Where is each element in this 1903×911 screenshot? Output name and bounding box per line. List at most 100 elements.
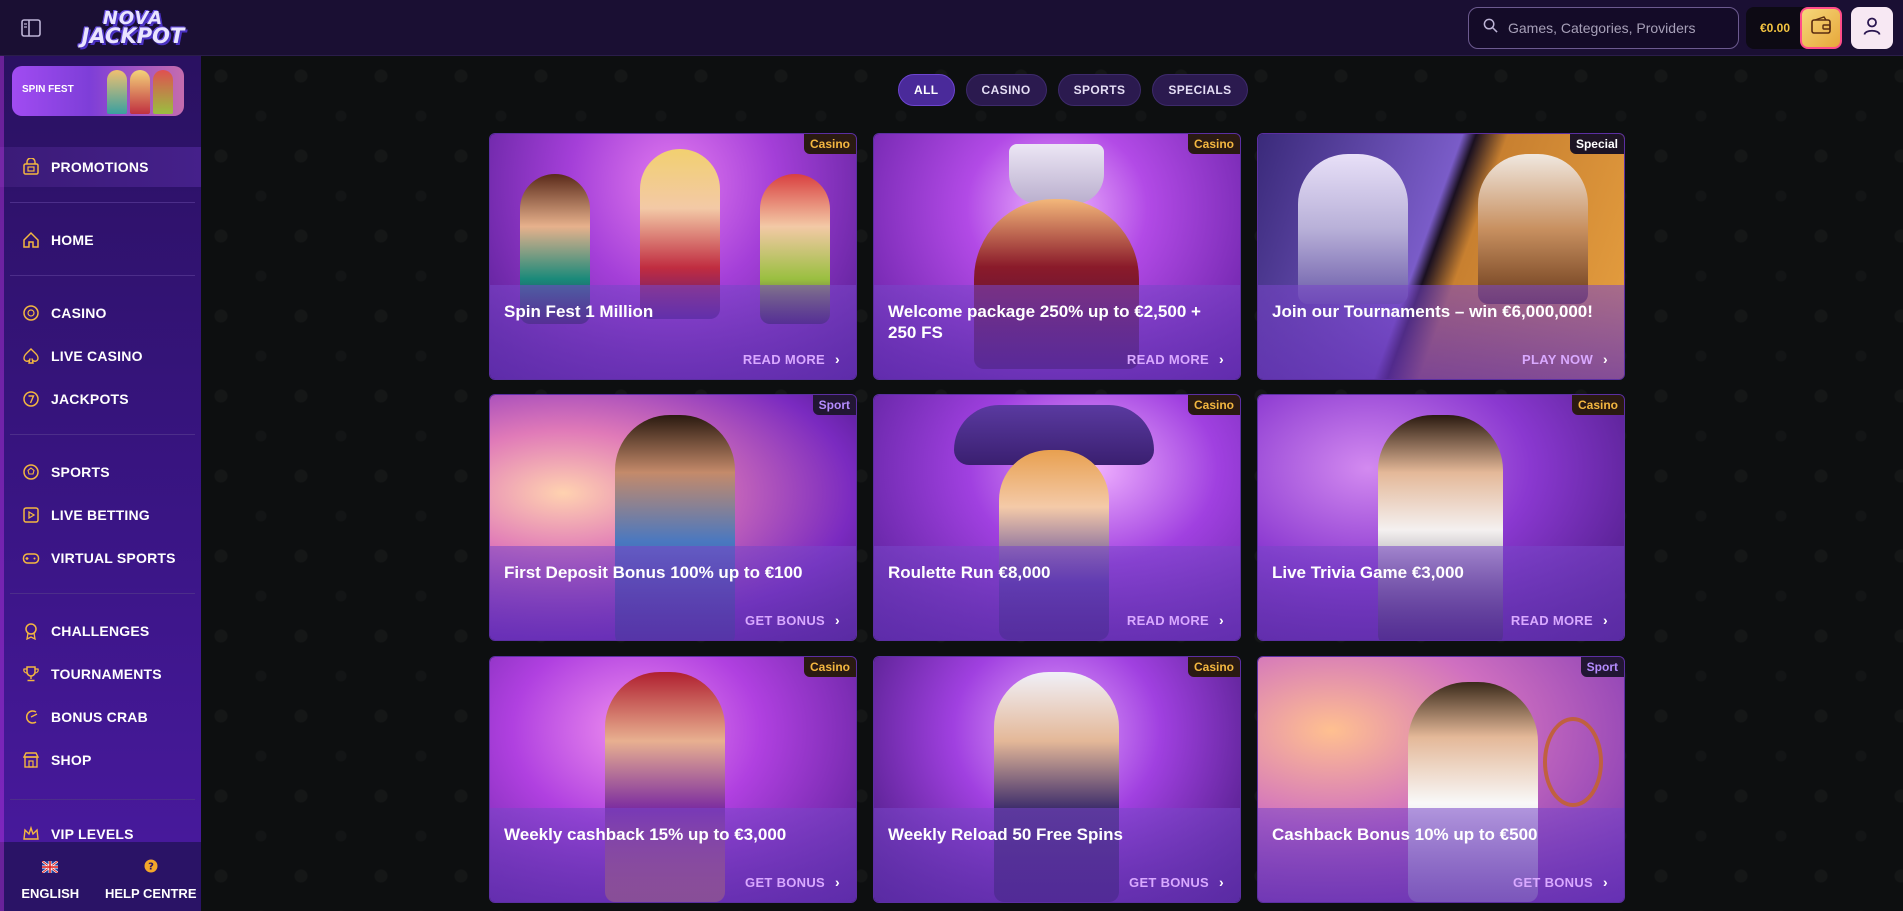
sidebar-item-live-betting[interactable]: LIVE BETTING	[0, 495, 201, 535]
medal-icon	[22, 622, 40, 640]
promo-cta[interactable]: READ MORE ›	[1127, 351, 1224, 367]
sidebar: SPIN FEST PROMOTIONS HOME CASINO LIVE CA…	[0, 56, 201, 911]
promo-card[interactable]: Casino Spin Fest 1 Million READ MORE ›	[489, 133, 857, 380]
filter-specials[interactable]: SPECIALS	[1152, 74, 1248, 106]
sidebar-item-home[interactable]: HOME	[0, 220, 201, 260]
promo-title: Cashback Bonus 10% up to €500	[1272, 825, 1538, 844]
sidebar-item-jackpots[interactable]: JACKPOTS	[0, 379, 201, 419]
sidebar-item-label: CASINO	[51, 305, 107, 321]
site-logo[interactable]: NOVA JACKPOT	[72, 7, 194, 49]
uk-flag-icon	[41, 860, 59, 878]
help-centre-label: HELP CENTRE	[105, 886, 197, 901]
promo-cta[interactable]: READ MORE ›	[1511, 612, 1608, 628]
banner-figure	[130, 70, 150, 114]
trophy-icon	[22, 665, 40, 683]
promo-card[interactable]: Special Join our Tournaments – win €6,00…	[1257, 133, 1625, 380]
sidebar-item-label: LIVE BETTING	[51, 507, 150, 523]
sidebar-item-promotions[interactable]: PROMOTIONS	[0, 147, 201, 187]
filter-casino[interactable]: CASINO	[965, 74, 1047, 106]
language-selector[interactable]: ENGLISH	[0, 842, 101, 911]
help-centre-button[interactable]: ? HELP CENTRE	[101, 842, 202, 911]
shop-icon	[22, 751, 40, 769]
sidebar-item-bonus-crab[interactable]: BONUS CRAB	[0, 697, 201, 737]
promo-cta-label: READ MORE	[1510, 612, 1594, 628]
sidebar-item-virtual-sports[interactable]: VIRTUAL SPORTS	[0, 538, 201, 578]
promo-cta[interactable]: PLAY NOW ›	[1522, 351, 1608, 367]
search-input[interactable]	[1508, 20, 1728, 36]
search-box[interactable]	[1468, 7, 1739, 49]
promo-card[interactable]: Casino Weekly cashback 15% up to €3,000 …	[489, 656, 857, 903]
sidebar-item-label: SHOP	[51, 752, 92, 768]
ball-icon	[22, 463, 40, 481]
spin-fest-banner[interactable]: SPIN FEST	[12, 66, 184, 116]
sidebar-item-label: SPORTS	[51, 464, 110, 480]
promo-card[interactable]: Sport First Deposit Bonus 100% up to €10…	[489, 394, 857, 641]
promo-title: First Deposit Bonus 100% up to €100	[504, 563, 803, 582]
promo-title: Welcome package 250% up to €2,500 + 250 …	[888, 302, 1201, 342]
sidebar-item-sports[interactable]: SPORTS	[0, 452, 201, 492]
sidebar-item-tournaments[interactable]: TOURNAMENTS	[0, 654, 201, 694]
sidebar-item-label: BONUS CRAB	[51, 709, 148, 725]
chevron-right-icon: ›	[1603, 874, 1608, 890]
promo-cta-label: GET BONUS	[745, 874, 826, 890]
promo-card[interactable]: Casino Live Trivia Game €3,000 READ MORE…	[1257, 394, 1625, 641]
wallet-button[interactable]	[1800, 7, 1842, 49]
promo-cta-label: READ MORE	[1126, 351, 1210, 367]
promo-cta[interactable]: GET BONUS ›	[745, 612, 840, 628]
filter-sports[interactable]: SPORTS	[1057, 74, 1142, 106]
promo-tag: Casino	[803, 134, 856, 154]
sidebar-item-challenges[interactable]: CHALLENGES	[0, 611, 201, 651]
promo-tag: Casino	[1571, 395, 1624, 415]
promo-card[interactable]: Casino Weekly Reload 50 Free Spins GET B…	[873, 656, 1241, 903]
sidebar-item-live-casino[interactable]: LIVE CASINO	[0, 336, 201, 376]
promo-card[interactable]: Sport Cashback Bonus 10% up to €500 GET …	[1257, 656, 1625, 903]
promo-cta[interactable]: READ MORE ›	[1127, 612, 1224, 628]
promo-title: Spin Fest 1 Million	[504, 302, 654, 321]
sidebar-item-label: VIP LEVELS	[51, 826, 134, 842]
language-label: ENGLISH	[21, 886, 80, 901]
promo-cta[interactable]: GET BONUS ›	[1513, 874, 1608, 890]
filter-all[interactable]: ALL	[898, 74, 955, 106]
promo-cta[interactable]: GET BONUS ›	[745, 874, 840, 890]
seven-coin-icon	[22, 390, 40, 408]
promo-tag: Casino	[803, 657, 856, 677]
divider	[10, 434, 195, 435]
promo-title: Weekly Reload 50 Free Spins	[888, 825, 1123, 844]
sidebar-toggle-icon[interactable]	[20, 17, 42, 39]
svg-text:?: ?	[148, 862, 154, 873]
top-bar: NOVA JACKPOT €0.00	[0, 0, 1903, 56]
chevron-right-icon: ›	[1603, 612, 1608, 628]
promo-cta[interactable]: READ MORE ›	[743, 351, 840, 367]
promo-title: Weekly cashback 15% up to €3,000	[504, 825, 787, 844]
divider	[10, 593, 195, 594]
promo-tag: Casino	[1187, 657, 1240, 677]
promo-card[interactable]: Casino Roulette Run €8,000 READ MORE ›	[873, 394, 1241, 641]
logo-line-2: JACKPOT	[81, 23, 185, 48]
user-icon	[1862, 16, 1882, 41]
wallet-icon	[1810, 15, 1832, 41]
spin-fest-banner-label: SPIN FEST	[22, 84, 74, 95]
sidebar-item-label: JACKPOTS	[51, 391, 129, 407]
promo-title: Roulette Run €8,000	[888, 563, 1051, 582]
sidebar-item-label: LIVE CASINO	[51, 348, 143, 364]
promo-cta-label: PLAY NOW	[1522, 351, 1594, 367]
character-figure	[1298, 154, 1408, 304]
chevron-right-icon: ›	[835, 351, 840, 367]
balance-amount: €0.00	[1760, 21, 1791, 35]
promo-cta[interactable]: GET BONUS ›	[1129, 874, 1224, 890]
promo-card[interactable]: Casino Welcome package 250% up to €2,500…	[873, 133, 1241, 380]
divider	[10, 799, 195, 800]
chevron-right-icon: ›	[1219, 612, 1224, 628]
promo-cta-label: GET BONUS	[1129, 874, 1210, 890]
promo-cta-label: GET BONUS	[1513, 874, 1594, 890]
user-account-button[interactable]	[1851, 7, 1893, 49]
chevron-right-icon: ›	[1219, 874, 1224, 890]
banner-figure	[153, 70, 173, 114]
promo-title: Join our Tournaments – win €6,000,000!	[1272, 302, 1593, 321]
gift-bag-icon	[22, 158, 40, 176]
balance-box[interactable]: €0.00	[1746, 7, 1842, 49]
sidebar-item-casino[interactable]: CASINO	[0, 293, 201, 333]
promo-tag: Casino	[1187, 134, 1240, 154]
sidebar-item-shop[interactable]: SHOP	[0, 740, 201, 780]
divider	[10, 275, 195, 276]
